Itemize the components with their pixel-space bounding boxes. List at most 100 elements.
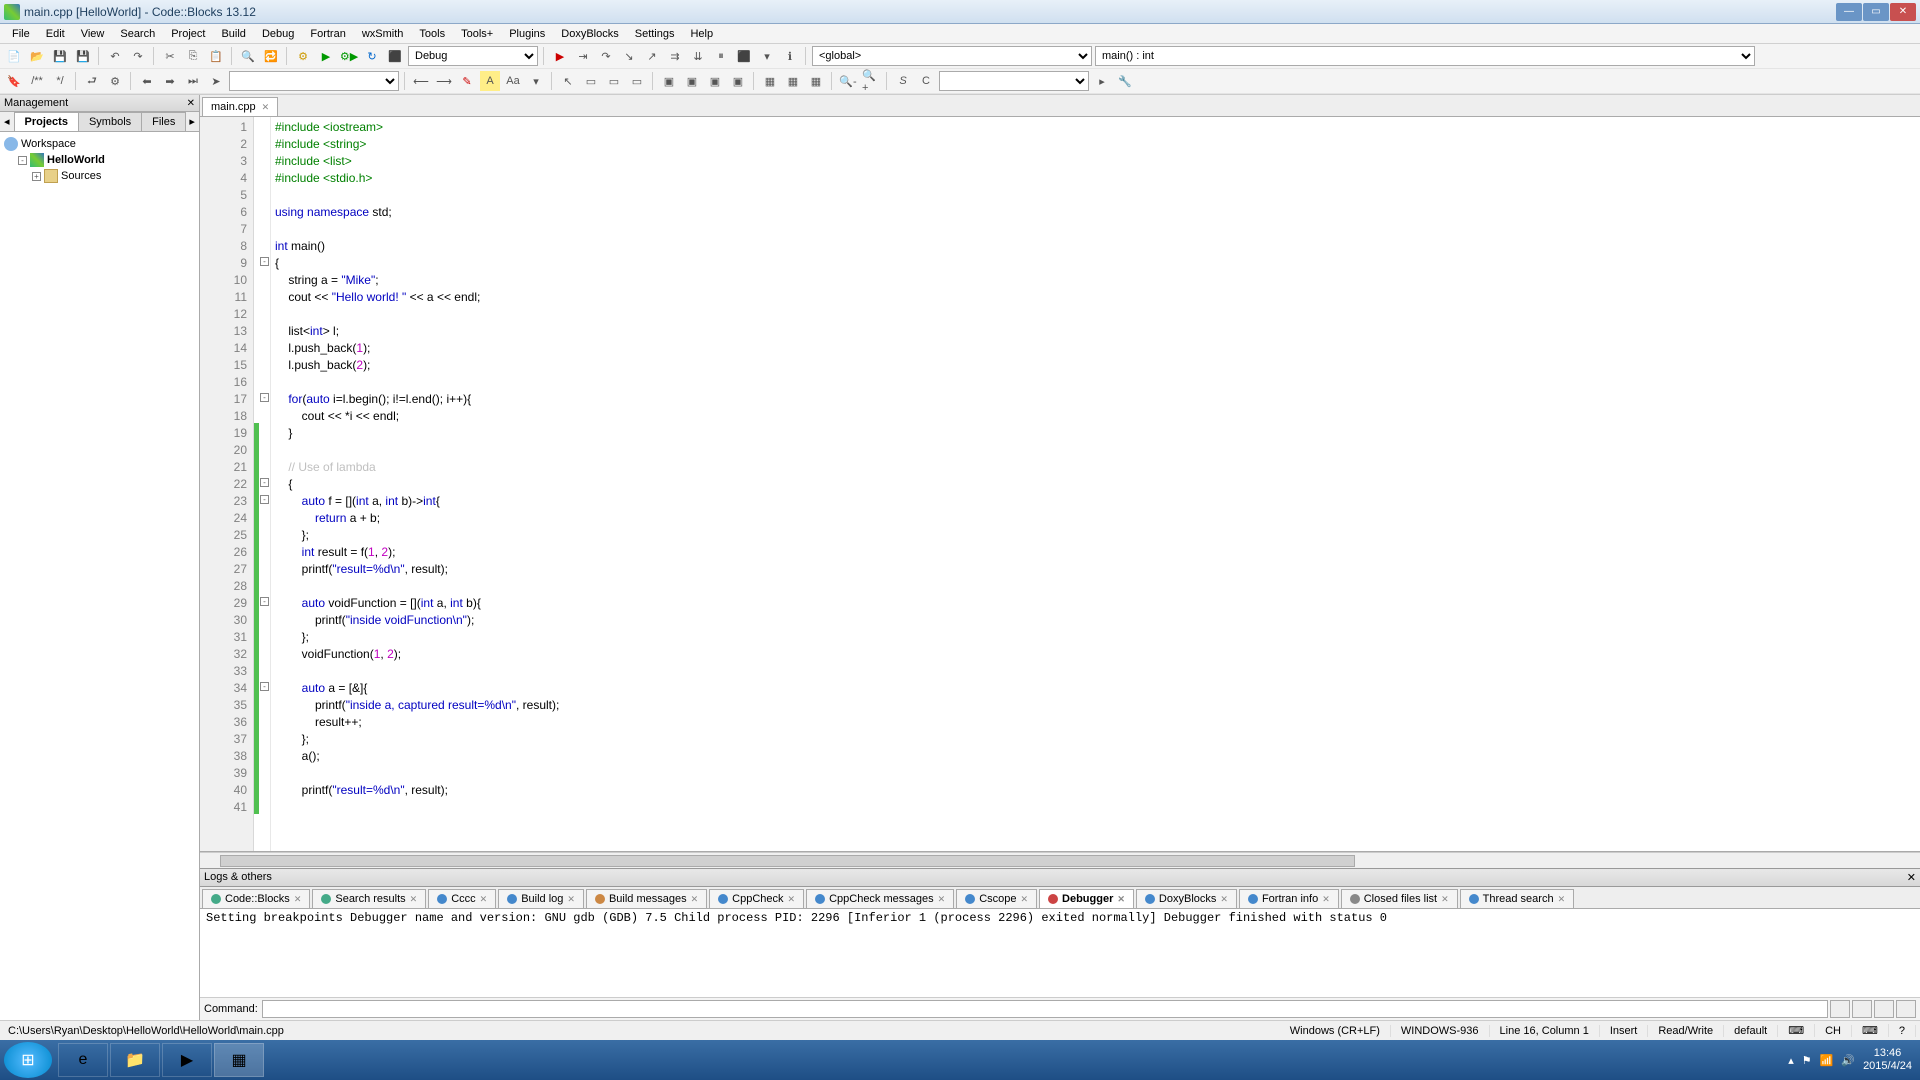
hl-icon[interactable]: A [480,71,500,91]
grid3-icon[interactable]: ▦ [806,71,826,91]
log-tab-cccc[interactable]: Cccc✕ [428,889,496,908]
tray-net-icon[interactable]: 📶 [1820,1054,1834,1067]
mgmt-tab-symbols[interactable]: Symbols [78,112,142,131]
log-tab-close-icon[interactable]: ✕ [1322,894,1330,905]
log-body[interactable]: Setting breakpoints Debugger name and ve… [200,909,1920,997]
log-tab-code-blocks[interactable]: Code::Blocks✕ [202,889,310,908]
debug-windows-icon[interactable]: ▾ [757,46,777,66]
minimize-button[interactable]: — [1836,3,1862,21]
save-icon[interactable]: 💾 [50,46,70,66]
jump-select[interactable] [229,71,399,91]
logs-close-icon[interactable]: ✕ [1907,871,1916,884]
expand-icon[interactable]: - [18,156,27,165]
close-button[interactable]: ✕ [1890,3,1916,21]
replace-icon[interactable]: 🔁 [261,46,281,66]
menu-project[interactable]: Project [163,26,213,42]
log-tab-build-log[interactable]: Build log✕ [498,889,584,908]
mgmt-tab-files[interactable]: Files [141,112,186,131]
redo-icon[interactable]: ↷ [128,46,148,66]
next-line-icon[interactable]: ↷ [596,46,616,66]
status-ime[interactable]: CH [1815,1025,1852,1037]
menu-tools[interactable]: Tools [411,26,453,42]
grid2-icon[interactable]: ▦ [783,71,803,91]
code-content[interactable]: #include <iostream>#include <string>#inc… [271,117,1920,851]
command-input[interactable] [262,1000,1828,1018]
cmd-btn2-icon[interactable] [1852,1000,1872,1018]
status-help-icon[interactable]: ? [1889,1025,1916,1037]
hl-clear-icon[interactable]: ▾ [526,71,546,91]
comment-icon[interactable]: /** [27,71,47,91]
cmd-btn1-icon[interactable] [1830,1000,1850,1018]
log-tab-cppcheck-messages[interactable]: CppCheck messages✕ [806,889,954,908]
tray-sound-icon[interactable]: 🔊 [1841,1054,1855,1067]
log-tab-close-icon[interactable]: ✕ [294,894,302,905]
maximize-button[interactable]: ▭ [1863,3,1889,21]
fold-column[interactable]: ------ [259,117,271,851]
box1-icon[interactable]: ▭ [581,71,601,91]
new-file-icon[interactable]: 📄 [4,46,24,66]
log-tab-close-icon[interactable]: ✕ [938,894,946,905]
box2-icon[interactable]: ▭ [604,71,624,91]
stop-icon[interactable]: ⬛ [734,46,754,66]
break-icon[interactable]: ⏸ [711,46,731,66]
run-to-cursor-icon[interactable]: ⇥ [573,46,593,66]
tabs-prev-icon[interactable]: ◂ [0,112,14,131]
cmd-btn4-icon[interactable] [1896,1000,1916,1018]
step-into-icon[interactable]: ↘ [619,46,639,66]
task-explorer-icon[interactable]: 📁 [110,1043,160,1077]
workspace-node[interactable]: Workspace [21,138,76,150]
build-target-select[interactable]: Debug [408,46,538,66]
win4-icon[interactable]: ▣ [728,71,748,91]
menu-edit[interactable]: Edit [38,26,73,42]
undo-icon[interactable]: ↶ [105,46,125,66]
task-ie-icon[interactable]: e [58,1043,108,1077]
task-codeblocks-icon[interactable]: ▦ [214,1043,264,1077]
open-file-icon[interactable]: 📂 [27,46,47,66]
editor-tab-main[interactable]: main.cpp ✕ [202,97,278,116]
win3-icon[interactable]: ▣ [705,71,725,91]
menu-help[interactable]: Help [682,26,721,42]
log-tab-close-icon[interactable]: ✕ [1117,894,1125,905]
fold-icon[interactable]: - [260,495,269,504]
comment2-icon[interactable]: */ [50,71,70,91]
menu-fortran[interactable]: Fortran [302,26,353,42]
grid1-icon[interactable]: ▦ [760,71,780,91]
management-close-icon[interactable]: ✕ [187,98,195,109]
forward-icon[interactable]: ➡ [160,71,180,91]
doxy-icon[interactable]: 🔖 [4,71,24,91]
fold-icon[interactable]: - [260,393,269,402]
mgmt-tab-projects[interactable]: Projects [14,112,79,131]
log-tab-close-icon[interactable]: ✕ [788,894,796,905]
toggle-bm-icon[interactable]: ✎ [457,71,477,91]
build-icon[interactable]: ⚙ [293,46,313,66]
save-all-icon[interactable]: 💾 [73,46,93,66]
fold-icon[interactable]: - [260,597,269,606]
tab-close-icon[interactable]: ✕ [262,102,270,113]
log-tab-close-icon[interactable]: ✕ [1441,894,1449,905]
info-icon[interactable]: ℹ [780,46,800,66]
project-node[interactable]: HelloWorld [47,154,105,166]
log-tab-close-icon[interactable]: ✕ [410,894,418,905]
menu-tools+[interactable]: Tools+ [453,26,501,42]
code-editor[interactable]: 1234567891011121314151617181920212223242… [200,117,1920,852]
c-icon[interactable]: C [916,71,936,91]
task-media-icon[interactable]: ▶ [162,1043,212,1077]
log-tab-fortran-info[interactable]: Fortran info✕ [1239,889,1339,908]
horizontal-scrollbar[interactable] [200,852,1920,868]
paste-icon[interactable]: 📋 [206,46,226,66]
log-tab-thread-search[interactable]: Thread search✕ [1460,889,1574,908]
log-tab-cscope[interactable]: Cscope✕ [956,889,1037,908]
log-tab-close-icon[interactable]: ✕ [1220,894,1228,905]
prev-bm-icon[interactable]: ⟵ [411,71,431,91]
settings-icon[interactable]: ⚙ [105,71,125,91]
sel-icon[interactable]: ↖ [558,71,578,91]
hl2-icon[interactable]: Aa [503,71,523,91]
log-tab-search-results[interactable]: Search results✕ [312,889,426,908]
fold-icon[interactable]: - [260,478,269,487]
start-button[interactable]: ⊞ [4,1042,52,1078]
jump-icon[interactable]: ➤ [206,71,226,91]
expand-icon[interactable]: + [32,172,41,181]
sources-node[interactable]: Sources [61,170,101,182]
menu-file[interactable]: File [4,26,38,42]
tray-up-icon[interactable]: ▴ [1788,1054,1794,1067]
